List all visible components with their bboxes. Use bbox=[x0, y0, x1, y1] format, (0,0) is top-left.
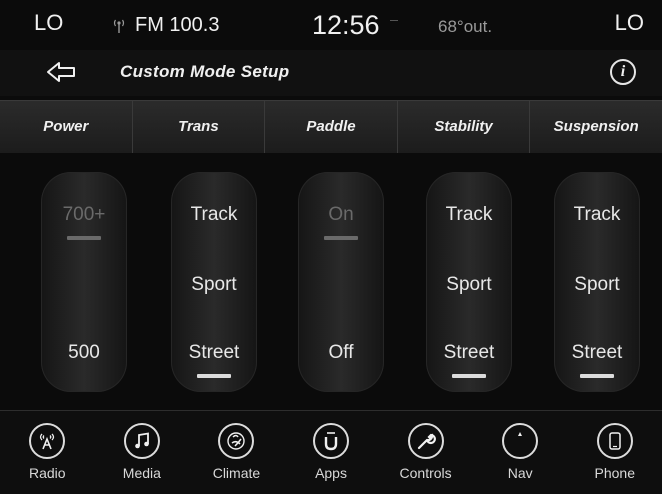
header-stability: Stability bbox=[398, 101, 531, 153]
selection-indicator bbox=[324, 236, 358, 240]
header-suspension: Suspension bbox=[553, 118, 639, 135]
nav-climate[interactable]: Climate bbox=[189, 411, 284, 494]
selection-indicator bbox=[580, 374, 614, 378]
nav-radio[interactable]: Radio bbox=[0, 411, 95, 494]
stability-option-track[interactable]: Track bbox=[426, 204, 512, 226]
header-trans: Trans bbox=[133, 101, 266, 153]
paddle-option-on[interactable]: On bbox=[298, 204, 384, 240]
selection-indicator bbox=[67, 236, 101, 240]
nav-nav[interactable]: Nav bbox=[473, 411, 568, 494]
music-note-icon bbox=[123, 423, 160, 459]
title-bar: Custom Mode Setup i bbox=[0, 50, 662, 96]
antenna-icon bbox=[113, 19, 125, 33]
stability-option-sport[interactable]: Sport bbox=[426, 274, 512, 296]
page-title: Custom Mode Setup bbox=[120, 62, 290, 81]
apps-icon bbox=[313, 423, 350, 459]
divider bbox=[390, 20, 398, 21]
outside-temp: 68°out. bbox=[438, 17, 493, 36]
stability-selector[interactable]: Track Sport Street bbox=[426, 172, 512, 392]
passenger-temp-setting[interactable]: LO bbox=[615, 10, 644, 36]
bottom-nav: Radio Media Climate Apps Controls Nav Ph… bbox=[0, 410, 662, 494]
selection-indicator bbox=[452, 374, 486, 378]
phone-icon bbox=[596, 423, 633, 459]
nav-controls[interactable]: Controls bbox=[378, 411, 473, 494]
suspension-option-track[interactable]: Track bbox=[554, 204, 640, 226]
compass-icon bbox=[502, 423, 539, 459]
selection-indicator bbox=[197, 374, 231, 378]
radio-icon bbox=[29, 423, 66, 459]
climate-icon bbox=[218, 423, 255, 459]
power-option-500[interactable]: 500 bbox=[41, 342, 127, 364]
radio-status[interactable]: FM 100.3 bbox=[112, 14, 219, 37]
nav-media[interactable]: Media bbox=[95, 411, 190, 494]
trans-selector[interactable]: Track Sport Street bbox=[171, 172, 257, 392]
back-arrow-icon[interactable] bbox=[46, 60, 76, 84]
suspension-selector[interactable]: Track Sport Street bbox=[554, 172, 640, 392]
trans-option-sport[interactable]: Sport bbox=[171, 274, 257, 296]
paddle-option-off[interactable]: Off bbox=[298, 342, 384, 364]
suspension-option-street[interactable]: Street bbox=[554, 342, 640, 378]
status-bar: LO FM 100.3 12:56 68°out. LO bbox=[0, 0, 662, 50]
power-option-700[interactable]: 700+ bbox=[41, 204, 127, 240]
stability-option-street[interactable]: Street bbox=[426, 342, 512, 378]
nav-apps[interactable]: Apps bbox=[284, 411, 379, 494]
power-selector[interactable]: 700+ 500 bbox=[41, 172, 127, 392]
suspension-option-sport[interactable]: Sport bbox=[554, 274, 640, 296]
driver-temp-setting[interactable]: LO bbox=[34, 10, 63, 36]
radio-station: FM 100.3 bbox=[135, 14, 220, 36]
clock: 12:56 bbox=[312, 10, 380, 40]
header-paddle: Paddle bbox=[265, 101, 398, 153]
column-headers: Power Trans Paddle Stability Suspension bbox=[0, 100, 662, 153]
nav-phone[interactable]: Phone bbox=[567, 411, 662, 494]
info-icon[interactable]: i bbox=[610, 59, 636, 85]
trans-option-street[interactable]: Street bbox=[171, 342, 257, 378]
trans-option-track[interactable]: Track bbox=[171, 204, 257, 226]
wrench-icon bbox=[407, 423, 444, 459]
paddle-selector[interactable]: On Off bbox=[298, 172, 384, 392]
header-power: Power bbox=[0, 101, 133, 153]
